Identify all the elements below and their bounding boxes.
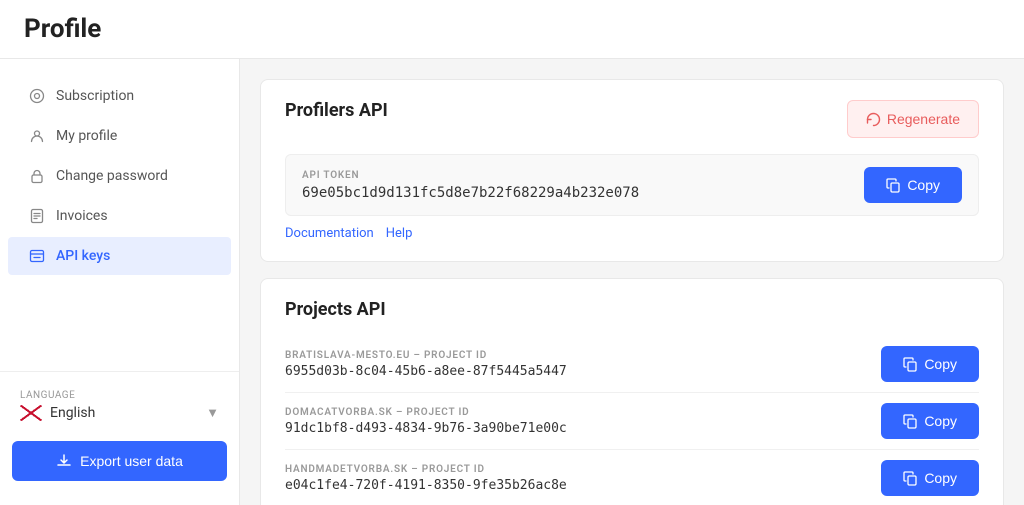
language-label: LANGUAGE <box>20 390 219 401</box>
sidebar-item-my-profile[interactable]: My profile <box>8 117 231 155</box>
profilers-api-title: Profilers API <box>285 100 388 121</box>
export-button-label: Export user data <box>80 453 183 469</box>
language-value: English <box>50 405 95 421</box>
sidebar-divider <box>0 371 239 372</box>
project-value-handmadetvorba: e04c1fe4-720f-4191-8350-9fe35b26ac8e <box>285 478 567 493</box>
token-info: API TOKEN 69e05bc1d9d131fc5d8e7b22f68229… <box>302 170 848 201</box>
project-info-bratislava: BRATISLAVA-MESTO.EU – PROJECT ID 6955d03… <box>285 350 567 379</box>
profile-icon <box>28 127 46 145</box>
copy-button-handmadetvorba[interactable]: Copy <box>881 460 979 496</box>
profilers-api-header: Profilers API Regenerate <box>285 100 979 138</box>
copy-icon <box>903 357 918 372</box>
invoices-icon <box>28 207 46 225</box>
download-icon <box>56 453 72 469</box>
language-selector[interactable]: English ▼ <box>20 405 219 421</box>
lock-icon <box>28 167 46 185</box>
project-info-handmadetvorba: HANDMADETVORBA.SK – PROJECT ID e04c1fe4-… <box>285 464 567 493</box>
main-content: Profilers API Regenerate API TOKEN 69e05… <box>240 59 1024 505</box>
projects-api-card: Projects API BRATISLAVA-MESTO.EU – PROJE… <box>260 278 1004 505</box>
sidebar: Subscription My profile <box>0 59 240 505</box>
app-layout: Profile Subscription <box>0 0 1024 505</box>
regenerate-icon <box>866 112 881 127</box>
flag-icon <box>20 405 42 421</box>
api-keys-icon <box>28 247 46 265</box>
project-row-bratislava: BRATISLAVA-MESTO.EU – PROJECT ID 6955d03… <box>285 336 979 393</box>
sidebar-item-change-password-label: Change password <box>56 168 168 184</box>
copy-button-bratislava[interactable]: Copy <box>881 346 979 382</box>
regenerate-button[interactable]: Regenerate <box>847 100 979 138</box>
copy-label-handmadetvorba: Copy <box>924 470 957 486</box>
api-token-section: API TOKEN 69e05bc1d9d131fc5d8e7b22f68229… <box>285 154 979 216</box>
project-label-bratislava: BRATISLAVA-MESTO.EU – PROJECT ID <box>285 350 567 361</box>
profilers-copy-label: Copy <box>907 177 940 193</box>
chevron-down-icon: ▼ <box>206 405 219 421</box>
projects-api-title: Projects API <box>285 299 979 320</box>
copy-icon <box>903 414 918 429</box>
sidebar-item-subscription-label: Subscription <box>56 88 134 104</box>
sidebar-item-api-keys[interactable]: API keys <box>8 237 231 275</box>
regenerate-label: Regenerate <box>887 111 960 127</box>
sidebar-item-invoices[interactable]: Invoices <box>8 197 231 235</box>
sidebar-item-invoices-label: Invoices <box>56 208 108 224</box>
project-value-bratislava: 6955d03b-8c04-45b6-a8ee-87f5445a5447 <box>285 364 567 379</box>
profilers-api-card: Profilers API Regenerate API TOKEN 69e05… <box>260 79 1004 262</box>
project-info-domacatvorba: DOMACATVORBA.SK – PROJECT ID 91dc1bf8-d4… <box>285 407 567 436</box>
sidebar-item-subscription[interactable]: Subscription <box>8 77 231 115</box>
help-link[interactable]: Help <box>386 226 413 241</box>
token-label: API TOKEN <box>302 170 848 181</box>
content-area: Subscription My profile <box>0 59 1024 505</box>
project-label-handmadetvorba: HANDMADETVORBA.SK – PROJECT ID <box>285 464 567 475</box>
sidebar-item-my-profile-label: My profile <box>56 128 117 144</box>
copy-icon <box>886 178 901 193</box>
project-value-domacatvorba: 91dc1bf8-d493-4834-9b76-3a90be71e00c <box>285 421 567 436</box>
language-selector-left: English <box>20 405 95 421</box>
project-row-handmadetvorba: HANDMADETVORBA.SK – PROJECT ID e04c1fe4-… <box>285 450 979 505</box>
copy-icon <box>903 471 918 486</box>
copy-label-bratislava: Copy <box>924 356 957 372</box>
token-value: 69e05bc1d9d131fc5d8e7b22f68229a4b232e078 <box>302 185 848 201</box>
page-title: Profile <box>24 14 1000 44</box>
subscription-icon <box>28 87 46 105</box>
project-label-domacatvorba: DOMACATVORBA.SK – PROJECT ID <box>285 407 567 418</box>
copy-label-domacatvorba: Copy <box>924 413 957 429</box>
project-row-domacatvorba: DOMACATVORBA.SK – PROJECT ID 91dc1bf8-d4… <box>285 393 979 450</box>
documentation-link[interactable]: Documentation <box>285 226 374 241</box>
profilers-copy-button[interactable]: Copy <box>864 167 962 203</box>
sidebar-item-api-keys-label: API keys <box>56 248 110 264</box>
page-header: Profile <box>0 0 1024 59</box>
sidebar-item-change-password[interactable]: Change password <box>8 157 231 195</box>
export-user-data-button[interactable]: Export user data <box>12 441 227 481</box>
sidebar-nav: Subscription My profile <box>0 75 239 361</box>
language-section: LANGUAGE English ▼ <box>0 382 239 433</box>
copy-button-domacatvorba[interactable]: Copy <box>881 403 979 439</box>
api-card-links: Documentation Help <box>285 226 979 241</box>
